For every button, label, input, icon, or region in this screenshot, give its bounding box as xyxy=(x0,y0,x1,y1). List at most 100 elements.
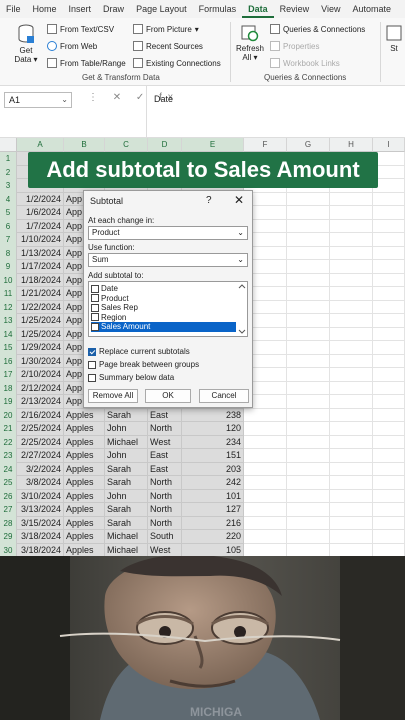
row-number[interactable]: 16 xyxy=(0,354,17,368)
cell[interactable] xyxy=(330,449,373,463)
cell[interactable] xyxy=(287,287,330,301)
row-number[interactable]: 27 xyxy=(0,503,17,517)
cell[interactable] xyxy=(287,422,330,436)
cell[interactable]: 3/13/2024 xyxy=(17,503,64,517)
subtotal-field-item[interactable]: Date xyxy=(91,284,236,294)
cell[interactable] xyxy=(373,422,405,436)
row-number[interactable]: 2 xyxy=(0,165,17,179)
cell[interactable]: 1/21/2024 xyxy=(17,287,64,301)
cell[interactable] xyxy=(287,368,330,382)
add-subtotal-list[interactable]: Date Product Sales Rep Region Sales Amount xyxy=(88,281,248,337)
cell[interactable]: Apples xyxy=(64,543,105,556)
summary-below-option[interactable]: Summary below data xyxy=(88,373,174,382)
cell[interactable]: 1/6/2024 xyxy=(17,206,64,220)
from-web-button[interactable]: From Web xyxy=(47,41,97,51)
cell[interactable] xyxy=(287,435,330,449)
cell[interactable] xyxy=(373,489,405,503)
cell[interactable] xyxy=(244,489,287,503)
tab-draw[interactable]: Draw xyxy=(97,0,130,18)
row-number[interactable]: 30 xyxy=(0,543,17,556)
cell[interactable]: 3/18/2024 xyxy=(17,530,64,544)
field-checkbox[interactable] xyxy=(91,322,99,331)
cell[interactable]: West xyxy=(148,543,182,556)
cell[interactable] xyxy=(244,449,287,463)
cell[interactable] xyxy=(244,476,287,490)
get-data-button[interactable]: Get Data ▾ xyxy=(10,24,42,64)
cell[interactable]: 203 xyxy=(182,462,244,476)
column-header-i[interactable]: I xyxy=(373,138,405,152)
cell[interactable] xyxy=(244,408,287,422)
remove-all-button[interactable]: Remove All xyxy=(88,389,138,403)
cell[interactable]: 2/10/2024 xyxy=(17,368,64,382)
cell[interactable] xyxy=(373,341,405,355)
cell[interactable]: 3/2/2024 xyxy=(17,462,64,476)
cell[interactable]: 1/22/2024 xyxy=(17,300,64,314)
column-header-g[interactable]: G xyxy=(287,138,330,152)
tab-data[interactable]: Data xyxy=(242,0,274,18)
cell[interactable]: 105 xyxy=(182,543,244,556)
cell[interactable] xyxy=(330,341,373,355)
cell[interactable] xyxy=(373,449,405,463)
tab-file[interactable]: File xyxy=(0,0,27,18)
cell[interactable] xyxy=(287,449,330,463)
cell[interactable] xyxy=(287,543,330,556)
cell[interactable] xyxy=(373,260,405,274)
cell[interactable] xyxy=(287,395,330,409)
refresh-all-button[interactable]: Refresh All ▾ xyxy=(235,24,265,62)
cell[interactable] xyxy=(244,530,287,544)
row-number[interactable]: 24 xyxy=(0,462,17,476)
cell[interactable] xyxy=(373,246,405,260)
cell[interactable] xyxy=(373,233,405,247)
row-number[interactable]: 22 xyxy=(0,435,17,449)
cell[interactable]: 1/30/2024 xyxy=(17,354,64,368)
tab-home[interactable]: Home xyxy=(27,0,63,18)
cell[interactable]: North xyxy=(148,516,182,530)
row-number[interactable]: 21 xyxy=(0,422,17,436)
tab-formulas[interactable]: Formulas xyxy=(193,0,243,18)
tab-view[interactable]: View xyxy=(315,0,346,18)
cell[interactable]: Apples xyxy=(64,476,105,490)
cell[interactable]: Apples xyxy=(64,503,105,517)
cell[interactable]: 3/8/2024 xyxy=(17,476,64,490)
cell[interactable]: West xyxy=(148,435,182,449)
cell[interactable] xyxy=(287,462,330,476)
cell[interactable] xyxy=(373,300,405,314)
cell[interactable]: Apples xyxy=(64,530,105,544)
ok-button[interactable]: OK xyxy=(145,389,191,403)
cell[interactable] xyxy=(373,462,405,476)
cell[interactable]: Sarah xyxy=(105,476,148,490)
cell[interactable] xyxy=(373,287,405,301)
use-function-select[interactable]: Sum ⌄ xyxy=(88,253,248,267)
column-header-c[interactable]: C xyxy=(105,138,148,152)
cell[interactable]: 1/10/2024 xyxy=(17,233,64,247)
cell[interactable] xyxy=(330,381,373,395)
cell[interactable]: 1/25/2024 xyxy=(17,327,64,341)
cancel-button[interactable]: Cancel xyxy=(199,389,249,403)
cell[interactable]: Michael xyxy=(105,543,148,556)
cell[interactable] xyxy=(287,192,330,206)
tab-page-layout[interactable]: Page Layout xyxy=(130,0,193,18)
cell[interactable] xyxy=(373,516,405,530)
cell[interactable]: 1/18/2024 xyxy=(17,273,64,287)
row-number[interactable]: 5 xyxy=(0,206,17,220)
cell[interactable]: 120 xyxy=(182,422,244,436)
cell[interactable] xyxy=(330,273,373,287)
cell[interactable] xyxy=(244,422,287,436)
workbook-links-button[interactable]: Workbook Links xyxy=(270,58,340,68)
stocks-button[interactable]: St xyxy=(384,24,404,53)
row-number[interactable]: 25 xyxy=(0,476,17,490)
cell[interactable] xyxy=(373,314,405,328)
cell[interactable] xyxy=(330,300,373,314)
cell[interactable] xyxy=(287,341,330,355)
cell[interactable] xyxy=(287,381,330,395)
row-number[interactable]: 12 xyxy=(0,300,17,314)
cell[interactable] xyxy=(373,395,405,409)
cell[interactable] xyxy=(330,422,373,436)
subtotal-field-item[interactable]: Region xyxy=(91,313,236,323)
select-all-corner[interactable] xyxy=(0,138,17,152)
cell[interactable] xyxy=(287,273,330,287)
row-number[interactable]: 26 xyxy=(0,489,17,503)
close-button[interactable]: ✕ xyxy=(234,193,244,207)
row-number[interactable]: 18 xyxy=(0,381,17,395)
cell[interactable]: 2/12/2024 xyxy=(17,381,64,395)
